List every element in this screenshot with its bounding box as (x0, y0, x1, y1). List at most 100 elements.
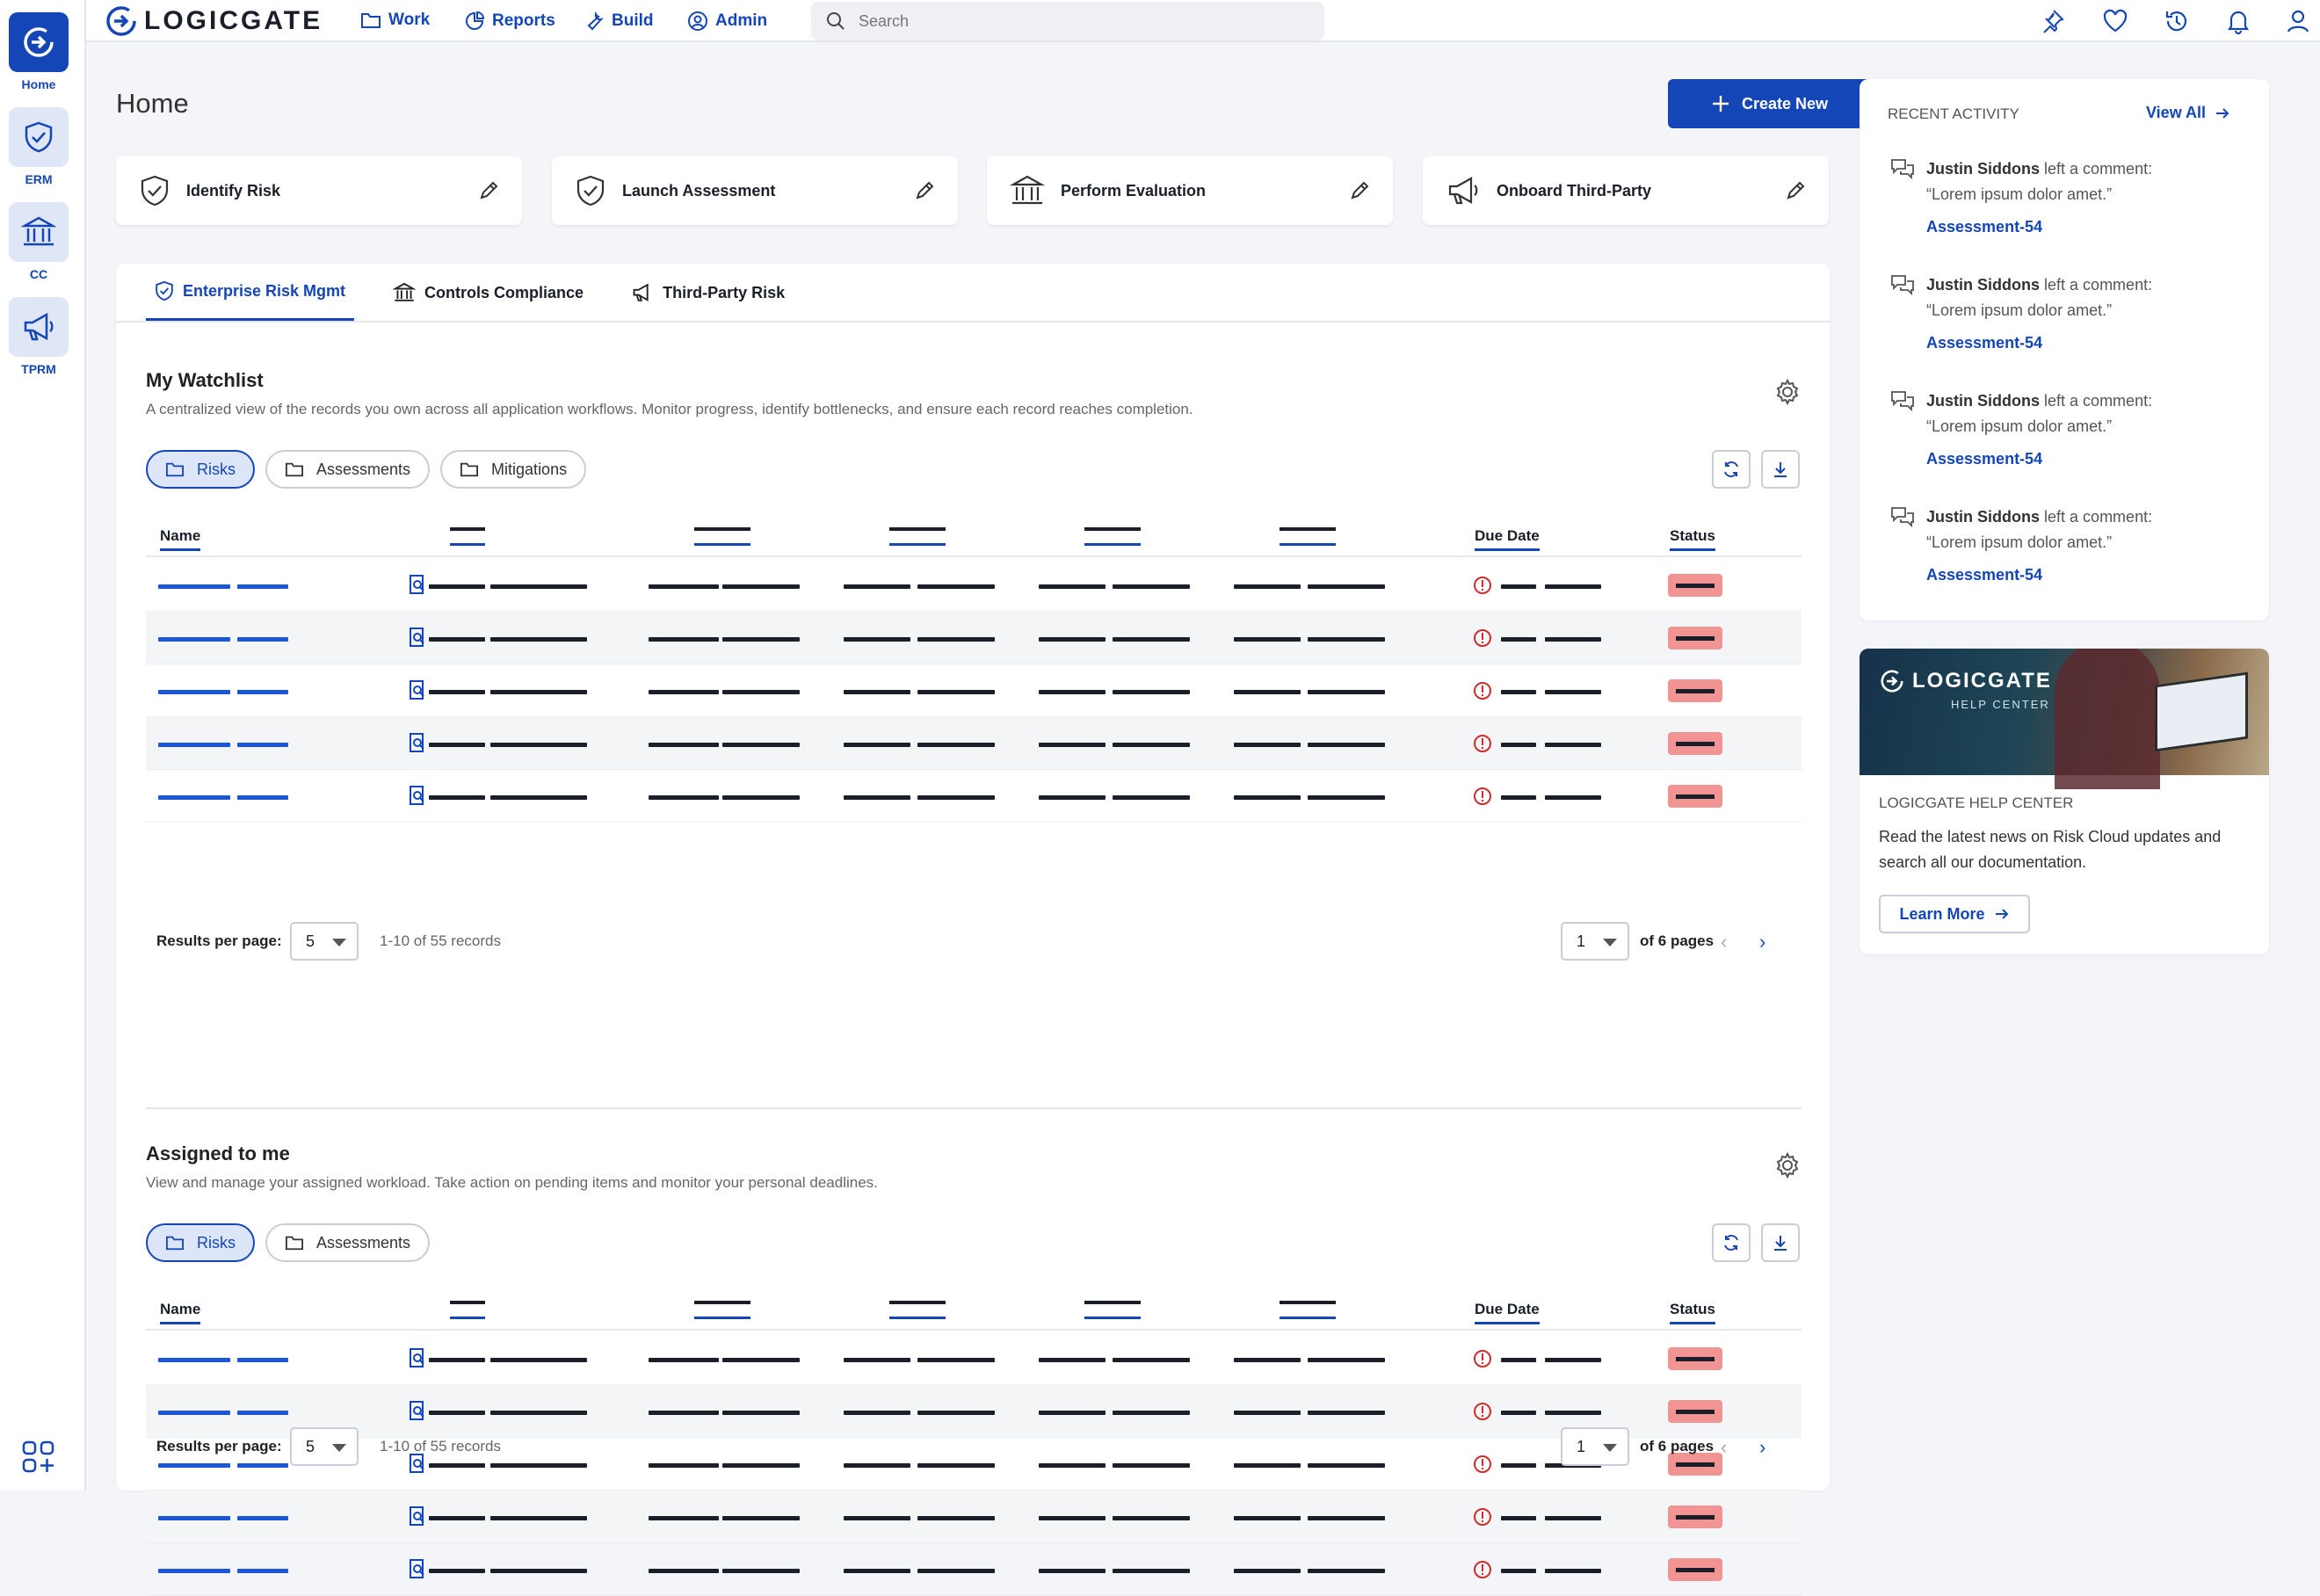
search-box[interactable] (811, 2, 1324, 40)
column-due-date[interactable]: Due Date (1475, 1301, 1540, 1324)
per-page-select[interactable]: 5 (290, 1427, 359, 1466)
quick-action-perform-evaluation[interactable]: Perform Evaluation (987, 156, 1393, 225)
column-placeholder[interactable] (694, 527, 750, 546)
record-preview-icon[interactable] (406, 1505, 429, 1527)
bell-icon[interactable] (2225, 8, 2251, 39)
record-preview-icon[interactable] (406, 573, 429, 596)
search-input[interactable] (859, 11, 1298, 31)
user-icon[interactable] (2285, 8, 2311, 39)
learn-more-button[interactable]: Learn More (1879, 895, 2030, 933)
activity-user[interactable]: Justin Siddons (1926, 508, 2040, 526)
pencil-icon[interactable] (1349, 180, 1370, 201)
record-name-link[interactable] (237, 1411, 288, 1415)
column-placeholder[interactable] (1280, 527, 1336, 546)
column-placeholder[interactable] (1084, 527, 1141, 546)
activity-link[interactable]: Assessment-54 (1926, 450, 2042, 468)
column-placeholder[interactable] (1280, 1301, 1336, 1319)
table-row[interactable] (146, 612, 1802, 664)
table-row[interactable] (146, 664, 1802, 717)
column-status[interactable]: Status (1670, 1301, 1715, 1324)
record-name-link[interactable] (158, 637, 230, 642)
activity-link[interactable]: Assessment-54 (1926, 218, 2042, 236)
record-preview-icon[interactable] (406, 731, 429, 754)
view-all-link[interactable]: View All (2146, 104, 2230, 122)
column-due-date[interactable]: Due Date (1475, 527, 1540, 551)
record-name-link[interactable] (158, 1569, 230, 1573)
rail-item-tprm[interactable]: TPRM (9, 297, 69, 376)
rail-item-home[interactable]: Home (9, 12, 69, 91)
column-name[interactable]: Name (160, 527, 201, 551)
pill-assessments[interactable]: Assessments (265, 450, 431, 489)
nav-admin[interactable]: Admin (687, 11, 767, 32)
pencil-icon[interactable] (914, 180, 935, 201)
create-new-button[interactable]: Create New (1668, 79, 1872, 128)
column-placeholder[interactable] (889, 1301, 946, 1319)
gear-icon[interactable] (1773, 1151, 1802, 1184)
prev-page-icon[interactable]: ‹ (1721, 931, 1727, 954)
quick-action-identify-risk[interactable]: Identify Risk (116, 156, 522, 225)
quick-action-launch-assessment[interactable]: Launch Assessment (552, 156, 958, 225)
pill-mitigations[interactable]: Mitigations (440, 450, 587, 489)
activity-user[interactable]: Justin Siddons (1926, 392, 2040, 410)
column-status[interactable]: Status (1670, 527, 1715, 551)
activity-user[interactable]: Justin Siddons (1926, 276, 2040, 294)
record-preview-icon[interactable] (406, 626, 429, 649)
nav-reports[interactable]: Reports (464, 11, 555, 32)
refresh-button[interactable] (1712, 1223, 1751, 1262)
tab-enterprise-risk[interactable]: Enterprise Risk Mgmt (146, 264, 355, 322)
table-row[interactable] (146, 1332, 1802, 1385)
prev-page-icon[interactable]: ‹ (1721, 1436, 1727, 1459)
column-name[interactable]: Name (160, 1301, 201, 1324)
record-name-link[interactable] (237, 1358, 288, 1362)
record-name-link[interactable] (237, 795, 288, 800)
logo[interactable]: LOGICGATE (104, 4, 323, 39)
next-page-icon[interactable]: › (1759, 931, 1765, 954)
gear-icon[interactable] (1773, 378, 1802, 410)
record-preview-icon[interactable] (406, 1346, 429, 1369)
record-preview-icon[interactable] (406, 784, 429, 807)
record-name-link[interactable] (158, 743, 230, 747)
table-row[interactable] (146, 559, 1802, 612)
tab-third-party-risk[interactable]: Third-Party Risk (622, 264, 794, 322)
activity-user[interactable]: Justin Siddons (1926, 160, 2040, 178)
rail-item-erm[interactable]: ERM (9, 107, 69, 186)
page-select[interactable]: 1 (1561, 1427, 1629, 1466)
record-preview-icon[interactable] (406, 1399, 429, 1422)
pill-risks[interactable]: Risks (146, 450, 255, 489)
column-placeholder[interactable] (1084, 1301, 1141, 1319)
rail-item-cc[interactable]: CC (9, 202, 69, 281)
record-name-link[interactable] (158, 795, 230, 800)
activity-link[interactable]: Assessment-54 (1926, 334, 2042, 352)
download-button[interactable] (1761, 1223, 1800, 1262)
column-placeholder[interactable] (450, 527, 485, 546)
pencil-icon[interactable] (478, 180, 499, 201)
page-select[interactable]: 1 (1561, 922, 1629, 961)
record-name-link[interactable] (237, 690, 288, 694)
column-placeholder[interactable] (694, 1301, 750, 1319)
column-placeholder[interactable] (450, 1301, 485, 1319)
record-name-link[interactable] (237, 584, 288, 589)
record-name-link[interactable] (237, 637, 288, 642)
record-name-link[interactable] (237, 743, 288, 747)
quick-action-onboard-third-party[interactable]: Onboard Third-Party (1423, 156, 1829, 225)
activity-link[interactable]: Assessment-54 (1926, 566, 2042, 584)
pill-risks[interactable]: Risks (146, 1223, 255, 1262)
apps-grid-icon[interactable] (21, 1440, 56, 1479)
record-name-link[interactable] (158, 1411, 230, 1415)
per-page-select[interactable]: 5 (290, 922, 359, 961)
table-row[interactable] (146, 1491, 1802, 1543)
table-row[interactable] (146, 1543, 1802, 1596)
record-name-link[interactable] (158, 1358, 230, 1362)
record-name-link[interactable] (158, 584, 230, 589)
tab-controls-compliance[interactable]: Controls Compliance (384, 264, 592, 322)
next-page-icon[interactable]: › (1759, 1436, 1765, 1459)
heart-icon[interactable] (2102, 8, 2128, 39)
pin-icon[interactable] (2039, 8, 2065, 39)
history-icon[interactable] (2164, 8, 2190, 39)
record-name-link[interactable] (158, 1516, 230, 1520)
column-placeholder[interactable] (889, 527, 946, 546)
record-preview-icon[interactable] (406, 678, 429, 701)
nav-work[interactable]: Work (360, 11, 430, 30)
pill-assessments[interactable]: Assessments (265, 1223, 431, 1262)
record-name-link[interactable] (237, 1516, 288, 1520)
